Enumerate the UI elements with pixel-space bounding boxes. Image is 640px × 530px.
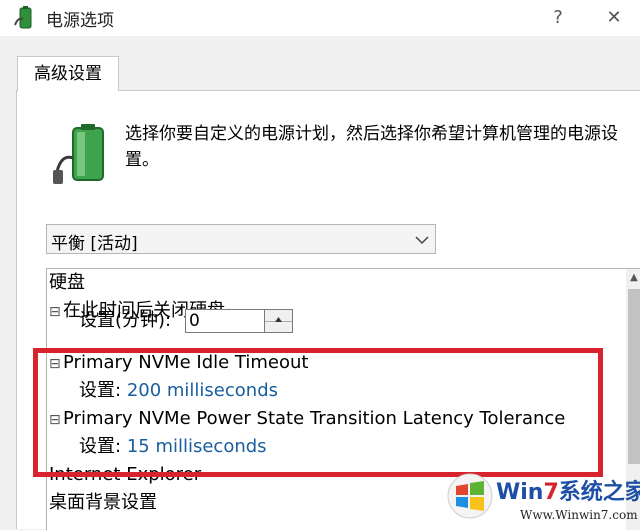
scroll-up-arrow-icon[interactable]: ▲ [626, 269, 640, 287]
description-text: 选择你要自定义的电源计划，然后选择你希望计算机管理的电源设置。 [125, 124, 618, 170]
tree-item-label: 桌面背景设置 [49, 492, 157, 513]
scroll-thumb[interactable] [628, 289, 640, 464]
tree-item-hdd-setting: 设置(分钟): [79, 307, 171, 335]
windows-logo-icon [447, 473, 493, 519]
hdd-minutes-input[interactable]: 0 [185, 309, 265, 333]
power-plan-selected: 平衡 [活动] [51, 234, 138, 254]
power-plan-select[interactable]: 平衡 [活动] [46, 224, 436, 254]
watermark-url: Www.Winwin7.com [520, 508, 638, 522]
close-button[interactable]: ✕ [596, 4, 632, 32]
tree-item-label: 硬盘 [49, 272, 85, 293]
battery-plug-icon [53, 124, 104, 184]
highlight-annotation [33, 348, 603, 477]
setting-label: 设置(分钟): [79, 310, 172, 331]
title-bar: 电源选项 ? ✕ [0, 0, 640, 36]
window-title: 电源选项 [46, 11, 114, 31]
spinner-down-button[interactable] [265, 321, 292, 332]
tree-item-hdd[interactable]: 硬盘 [49, 269, 85, 297]
tree-item-desktop-bg[interactable]: 桌面背景设置 [49, 489, 157, 517]
help-button[interactable]: ? [542, 4, 574, 32]
watermark: Win7系统之家 Www.Winwin7.com [446, 470, 640, 528]
chevron-down-icon [415, 236, 429, 245]
tab-advanced-settings[interactable]: 高级设置 [17, 56, 119, 91]
power-options-icon [14, 6, 32, 29]
collapse-icon[interactable]: ⊟ [49, 298, 63, 326]
hdd-minutes-spinner[interactable] [265, 309, 293, 333]
watermark-brand: Win7系统之家 [496, 480, 640, 505]
